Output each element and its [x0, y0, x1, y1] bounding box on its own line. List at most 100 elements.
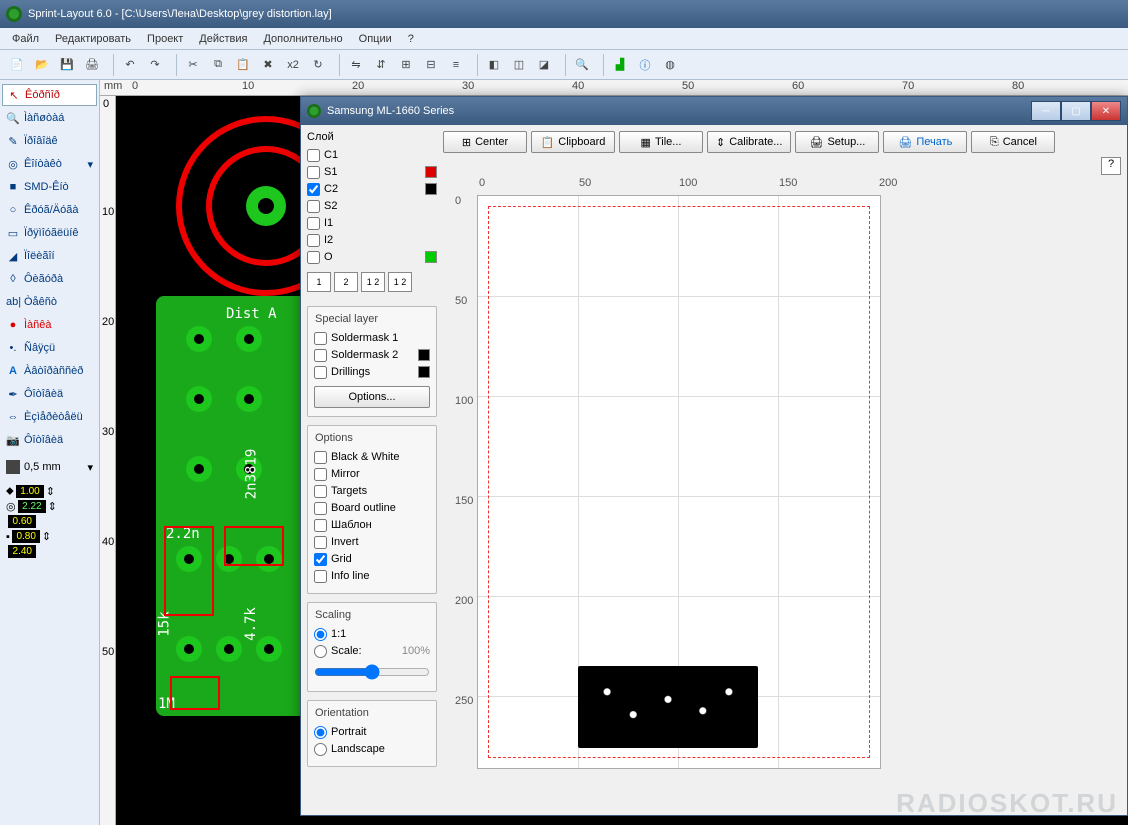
- library-icon[interactable]: ◫: [508, 54, 530, 76]
- paper-preview[interactable]: [477, 195, 881, 769]
- calibrate-button[interactable]: ⇕Calibrate...: [707, 131, 791, 153]
- grid-selector[interactable]: 0,5 mm ▾: [2, 460, 97, 474]
- copy-icon[interactable]: ⧉: [207, 54, 229, 76]
- tool-smd[interactable]: ■SMD-Êíò: [2, 176, 97, 198]
- group-icon[interactable]: ⊞: [395, 54, 417, 76]
- clipboard-button[interactable]: 📋Clipboard: [531, 131, 615, 153]
- delete-icon[interactable]: ✖: [257, 54, 279, 76]
- pcb-preview-artwork[interactable]: [578, 666, 758, 748]
- tool-cursor[interactable]: ↖Êóðñîð: [2, 84, 97, 106]
- param-pad-inner[interactable]: 0.60: [8, 515, 36, 528]
- opt-bw[interactable]: Black & White: [314, 449, 430, 465]
- close-button[interactable]: ✕: [1091, 101, 1121, 121]
- minimize-button[interactable]: ─: [1031, 101, 1061, 121]
- conn-icon: •.: [6, 342, 20, 354]
- zoom-icon: 🔍: [6, 112, 20, 125]
- tool-shape[interactable]: ◊Ôèãóðà: [2, 268, 97, 290]
- opt-invert[interactable]: Invert: [314, 534, 430, 550]
- tile-button[interactable]: ▦Tile...: [619, 131, 703, 153]
- cut-icon[interactable]: ✂: [182, 54, 204, 76]
- layer-btn-2[interactable]: 2: [334, 272, 358, 292]
- menu-actions[interactable]: Действия: [199, 33, 247, 45]
- rect-icon: ▭: [6, 227, 20, 240]
- layer-c1[interactable]: C1: [307, 147, 437, 163]
- redo-icon[interactable]: ↷: [144, 54, 166, 76]
- param-width[interactable]: 1.00: [16, 485, 44, 498]
- part-icon[interactable]: ◪: [533, 54, 555, 76]
- layer-btn-4[interactable]: 1 2: [388, 272, 412, 292]
- drillings[interactable]: Drillings: [314, 364, 430, 380]
- opt-info[interactable]: Info line: [314, 568, 430, 584]
- layer-c2[interactable]: C2: [307, 181, 437, 197]
- menu-file[interactable]: Файл: [12, 33, 39, 45]
- orient-landscape[interactable]: Landscape: [314, 741, 430, 757]
- tool-circle[interactable]: ○Êðóã/Äóãà: [2, 199, 97, 221]
- open-icon[interactable]: 📂: [31, 54, 53, 76]
- param-pad-outer[interactable]: 2.22: [18, 500, 46, 513]
- combine-icon[interactable]: ▟: [609, 54, 631, 76]
- param-smd-w[interactable]: 0.80: [12, 530, 40, 543]
- soldermask2[interactable]: Soldermask 2: [314, 347, 430, 363]
- scale-slider[interactable]: [314, 664, 430, 680]
- tool-mask[interactable]: ●Ìàñêà: [2, 314, 97, 336]
- align-icon[interactable]: ≡: [445, 54, 467, 76]
- scale-1-1[interactable]: 1:1: [314, 626, 430, 642]
- orient-portrait[interactable]: Portrait: [314, 724, 430, 740]
- menu-help[interactable]: ?: [408, 33, 414, 45]
- flipv-icon[interactable]: ⇵: [370, 54, 392, 76]
- scale-free[interactable]: Scale:100%: [314, 643, 430, 659]
- center-button[interactable]: ⊞Center: [443, 131, 527, 153]
- print-icon[interactable]: 🖨: [81, 54, 103, 76]
- ungroup-icon[interactable]: ⊟: [420, 54, 442, 76]
- layer-i2[interactable]: I2: [307, 232, 437, 248]
- tool-measure[interactable]: ⇔Èçìåðèòåëü: [2, 406, 97, 428]
- opt-outline[interactable]: Board outline: [314, 500, 430, 516]
- paste-icon[interactable]: 📋: [232, 54, 254, 76]
- fliph-icon[interactable]: ⇋: [345, 54, 367, 76]
- layer-btn-3[interactable]: 1 2: [361, 272, 385, 292]
- info-icon[interactable]: ⓘ: [634, 54, 656, 76]
- cancel-button[interactable]: ⎘Cancel: [971, 131, 1055, 153]
- tool-poly[interactable]: ◢Ïîëèãîí: [2, 245, 97, 267]
- drc-icon[interactable]: ◍: [659, 54, 681, 76]
- special-options-button[interactable]: Options...: [314, 386, 430, 408]
- menu-edit[interactable]: Редактировать: [55, 33, 131, 45]
- tool-test[interactable]: ✒Ôîòîâèä: [2, 383, 97, 405]
- layer-s1[interactable]: S1: [307, 164, 437, 180]
- new-icon[interactable]: 📄: [6, 54, 28, 76]
- layer-icon[interactable]: ◧: [483, 54, 505, 76]
- tool-zoom[interactable]: 🔍Ìàñøòàá: [2, 107, 97, 129]
- menu-options[interactable]: Опции: [359, 33, 392, 45]
- opt-mirror[interactable]: Mirror: [314, 466, 430, 482]
- help-button[interactable]: ?: [1101, 157, 1121, 175]
- dup-icon[interactable]: x2: [282, 54, 304, 76]
- pen-icon: ✒: [6, 388, 20, 401]
- menu-project[interactable]: Проект: [147, 33, 183, 45]
- tool-photo[interactable]: 📷Ôîòîâèä: [2, 429, 97, 451]
- rotate-icon[interactable]: ↻: [307, 54, 329, 76]
- opt-grid[interactable]: Grid: [314, 551, 430, 567]
- tool-conn[interactable]: •.Ñâÿçü: [2, 337, 97, 359]
- setup-button[interactable]: 🖨Setup...: [795, 131, 879, 153]
- print-preview[interactable]: 0 50 100 150 200 0 50 100 150 200 250: [443, 175, 1121, 809]
- maximize-button[interactable]: ▢: [1061, 101, 1091, 121]
- zoom-icon[interactable]: 🔍: [571, 54, 593, 76]
- tool-track[interactable]: ✎Ïðîâîäê: [2, 130, 97, 152]
- layer-btn-1[interactable]: 1: [307, 272, 331, 292]
- tool-pad[interactable]: ◎Êîíòàêò▾: [2, 153, 97, 175]
- tool-text[interactable]: ab|Òåêñò: [2, 291, 97, 313]
- opt-template[interactable]: Шаблон: [314, 517, 430, 533]
- layer-o[interactable]: O: [307, 249, 437, 265]
- undo-icon[interactable]: ↶: [119, 54, 141, 76]
- soldermask1[interactable]: Soldermask 1: [314, 330, 430, 346]
- dialog-titlebar[interactable]: Samsung ML-1660 Series ─ ▢ ✕: [301, 97, 1127, 125]
- menu-extra[interactable]: Дополнительно: [263, 33, 342, 45]
- param-smd-h[interactable]: 2.40: [8, 545, 36, 558]
- layer-i1[interactable]: I1: [307, 215, 437, 231]
- save-icon[interactable]: 💾: [56, 54, 78, 76]
- tool-autoroute[interactable]: AÀâòîðàññèð: [2, 360, 97, 382]
- layer-s2[interactable]: S2: [307, 198, 437, 214]
- opt-targets[interactable]: Targets: [314, 483, 430, 499]
- tool-rect[interactable]: ▭Ïðÿìîóãëüíê: [2, 222, 97, 244]
- print-button[interactable]: 🖨Печать: [883, 131, 967, 153]
